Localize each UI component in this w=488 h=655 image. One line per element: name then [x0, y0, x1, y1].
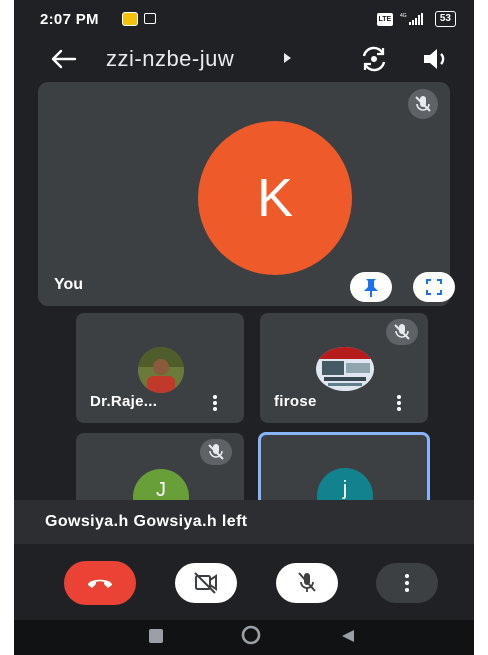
- camera-off-icon: [194, 572, 217, 594]
- meet-call-screen: 2:07 PM LTE 4G 53 zzi-nzbe-juw K You Dr.…: [14, 0, 474, 655]
- more-vert-icon: [405, 574, 409, 592]
- participant-photo: [316, 347, 374, 391]
- participant-name: Dr.Raje...: [90, 393, 158, 410]
- top-app-bar: zzi-nzbe-juw: [14, 40, 474, 80]
- status-indicators: LTE 4G 53: [376, 11, 456, 27]
- recents-square-icon[interactable]: [149, 629, 163, 643]
- mic-off-icon: [408, 89, 438, 119]
- end-call-icon: [88, 579, 112, 588]
- participant-left-toast: Gowsiya.h Gowsiya.h left: [14, 500, 474, 544]
- participant-photo: [138, 347, 184, 393]
- fullscreen-icon[interactable]: [413, 272, 455, 302]
- notification-app-icon: [122, 12, 138, 26]
- toast-message: Gowsiya.h Gowsiya.h left: [45, 513, 248, 530]
- status-time: 2:07 PM: [40, 11, 99, 28]
- participant-tile[interactable]: firose: [260, 313, 428, 423]
- back-triangle-icon[interactable]: [340, 628, 356, 644]
- mic-off-icon: [200, 439, 232, 465]
- signal-icon: 4G: [400, 13, 423, 25]
- pin-icon[interactable]: [350, 272, 392, 302]
- system-nav-bar: [14, 620, 474, 655]
- status-bar: 2:07 PM LTE 4G 53: [14, 0, 474, 40]
- more-vert-icon[interactable]: [392, 393, 406, 413]
- cast-icon: [144, 13, 156, 24]
- self-label: You: [54, 276, 84, 293]
- mic-off-icon: [298, 572, 316, 592]
- volte-icon: LTE: [376, 12, 393, 26]
- speaker-icon[interactable]: [419, 43, 451, 75]
- self-video-tile[interactable]: K You: [38, 82, 455, 306]
- meeting-code[interactable]: zzi-nzbe-juw: [106, 46, 234, 72]
- caret-right-icon[interactable]: [284, 53, 291, 63]
- network-type-label: 4G: [400, 13, 407, 19]
- end-call-button[interactable]: [64, 561, 136, 605]
- camera-toggle-button[interactable]: [175, 563, 237, 603]
- participant-name: firose: [274, 393, 317, 410]
- microphone-toggle-button[interactable]: [276, 563, 338, 603]
- self-avatar: K: [198, 121, 352, 275]
- call-controls: [14, 548, 474, 618]
- back-arrow-icon[interactable]: [46, 44, 80, 74]
- battery-indicator: 53: [434, 11, 456, 27]
- home-circle-icon[interactable]: [240, 624, 262, 646]
- more-vert-icon[interactable]: [208, 393, 222, 413]
- mic-off-icon: [386, 319, 418, 345]
- more-options-button[interactable]: [376, 563, 438, 603]
- switch-camera-icon[interactable]: [358, 43, 390, 75]
- participant-tile[interactable]: Dr.Raje...: [76, 313, 244, 423]
